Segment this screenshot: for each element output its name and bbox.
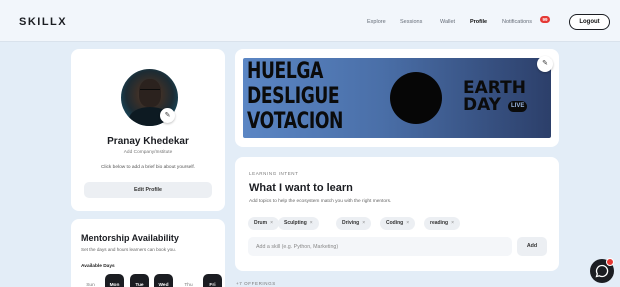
cover-banner: HUELGA DESLIGUE VOTACION EARTH DAY LIVE: [243, 58, 551, 138]
live-badge: LIVE: [508, 101, 528, 112]
skill-chip: Driving ×: [336, 217, 372, 230]
mentorship-title: Mentorship Availability: [81, 233, 179, 243]
nav-sessions[interactable]: Sessions: [400, 19, 422, 25]
learning-subtitle: Add topics to help the ecosystem match y…: [249, 199, 392, 204]
skill-chip-label: Sculpting: [284, 220, 307, 226]
mentorship-subtitle: Set the days and hours learners can book…: [81, 247, 176, 252]
skill-chip: Coding ×: [380, 217, 416, 230]
day-thu[interactable]: Thu: [179, 274, 198, 287]
company-placeholder[interactable]: Add Company/Institute: [71, 150, 225, 155]
banner-line-1: HUELGA: [247, 59, 323, 84]
avatar-face: [139, 79, 161, 107]
nav-notifications[interactable]: Notifications: [502, 19, 532, 25]
learning-intent-card: LEARNING INTENT What I want to learn Add…: [235, 157, 559, 271]
day-wed[interactable]: Wed: [154, 274, 173, 287]
remove-skill-icon[interactable]: ×: [451, 220, 454, 226]
day-fri[interactable]: Fri: [203, 274, 222, 287]
nav-wallet[interactable]: Wallet: [440, 19, 455, 25]
remove-skill-icon[interactable]: ×: [270, 220, 273, 226]
mentorship-availability-card: Mentorship Availability Set the days and…: [71, 219, 225, 287]
banner-edit-button[interactable]: ✎: [537, 56, 553, 72]
available-days-label: Available Days: [81, 264, 115, 269]
brand-logo[interactable]: SKILLX: [19, 16, 67, 28]
day-tue[interactable]: Tue: [130, 274, 149, 287]
edit-profile-button[interactable]: Edit Profile: [84, 182, 212, 198]
add-skill-input[interactable]: [248, 237, 512, 256]
pencil-icon: ✎: [542, 60, 548, 67]
day-sun[interactable]: Sun: [81, 274, 100, 287]
skill-chip-label: Coding: [386, 220, 404, 226]
skill-chip: Drum ×: [248, 217, 279, 230]
avatar-edit-button[interactable]: ✎: [160, 108, 175, 123]
learning-eyebrow: LEARNING INTENT: [249, 171, 299, 176]
learning-title: What I want to learn: [249, 182, 353, 194]
skill-chip: Sculpting ×: [278, 217, 319, 230]
notification-count-badge: 99: [540, 16, 550, 23]
skill-chip: reading ×: [424, 217, 460, 230]
add-skill-button[interactable]: Add: [517, 237, 547, 256]
skill-chip-label: reading: [430, 220, 449, 226]
remove-skill-icon[interactable]: ×: [362, 220, 365, 226]
offerings-label: +7 OFFERINGS: [236, 281, 276, 286]
skill-chip-label: Drum: [254, 220, 268, 226]
nav-profile[interactable]: Profile: [470, 19, 487, 25]
banner-line-2: DESLIGUE: [247, 84, 340, 109]
skill-chip-label: Driving: [342, 220, 360, 226]
black-circle-graphic: [390, 72, 442, 124]
profile-name: Pranay Khedekar: [107, 136, 189, 147]
top-navbar: SKILLX Explore Sessions Wallet Profile N…: [0, 0, 620, 42]
logout-button[interactable]: Logout: [569, 14, 610, 30]
remove-skill-icon[interactable]: ×: [310, 220, 313, 226]
chat-unread-dot: [606, 258, 614, 266]
cover-banner-card: HUELGA DESLIGUE VOTACION EARTH DAY LIVE …: [235, 49, 559, 147]
pencil-icon: ✎: [164, 112, 171, 119]
nav-explore[interactable]: Explore: [367, 19, 386, 25]
avatar-glasses: [140, 89, 160, 93]
bio-hint: Click below to add a brief bio about you…: [100, 165, 196, 170]
profile-card: ✎ Pranay Khedekar Add Company/Institute …: [71, 49, 225, 211]
day-mon[interactable]: Mon: [105, 274, 124, 287]
banner-line-3: VOTACION: [247, 109, 344, 134]
remove-skill-icon[interactable]: ×: [406, 220, 409, 226]
chat-icon: [595, 264, 609, 278]
